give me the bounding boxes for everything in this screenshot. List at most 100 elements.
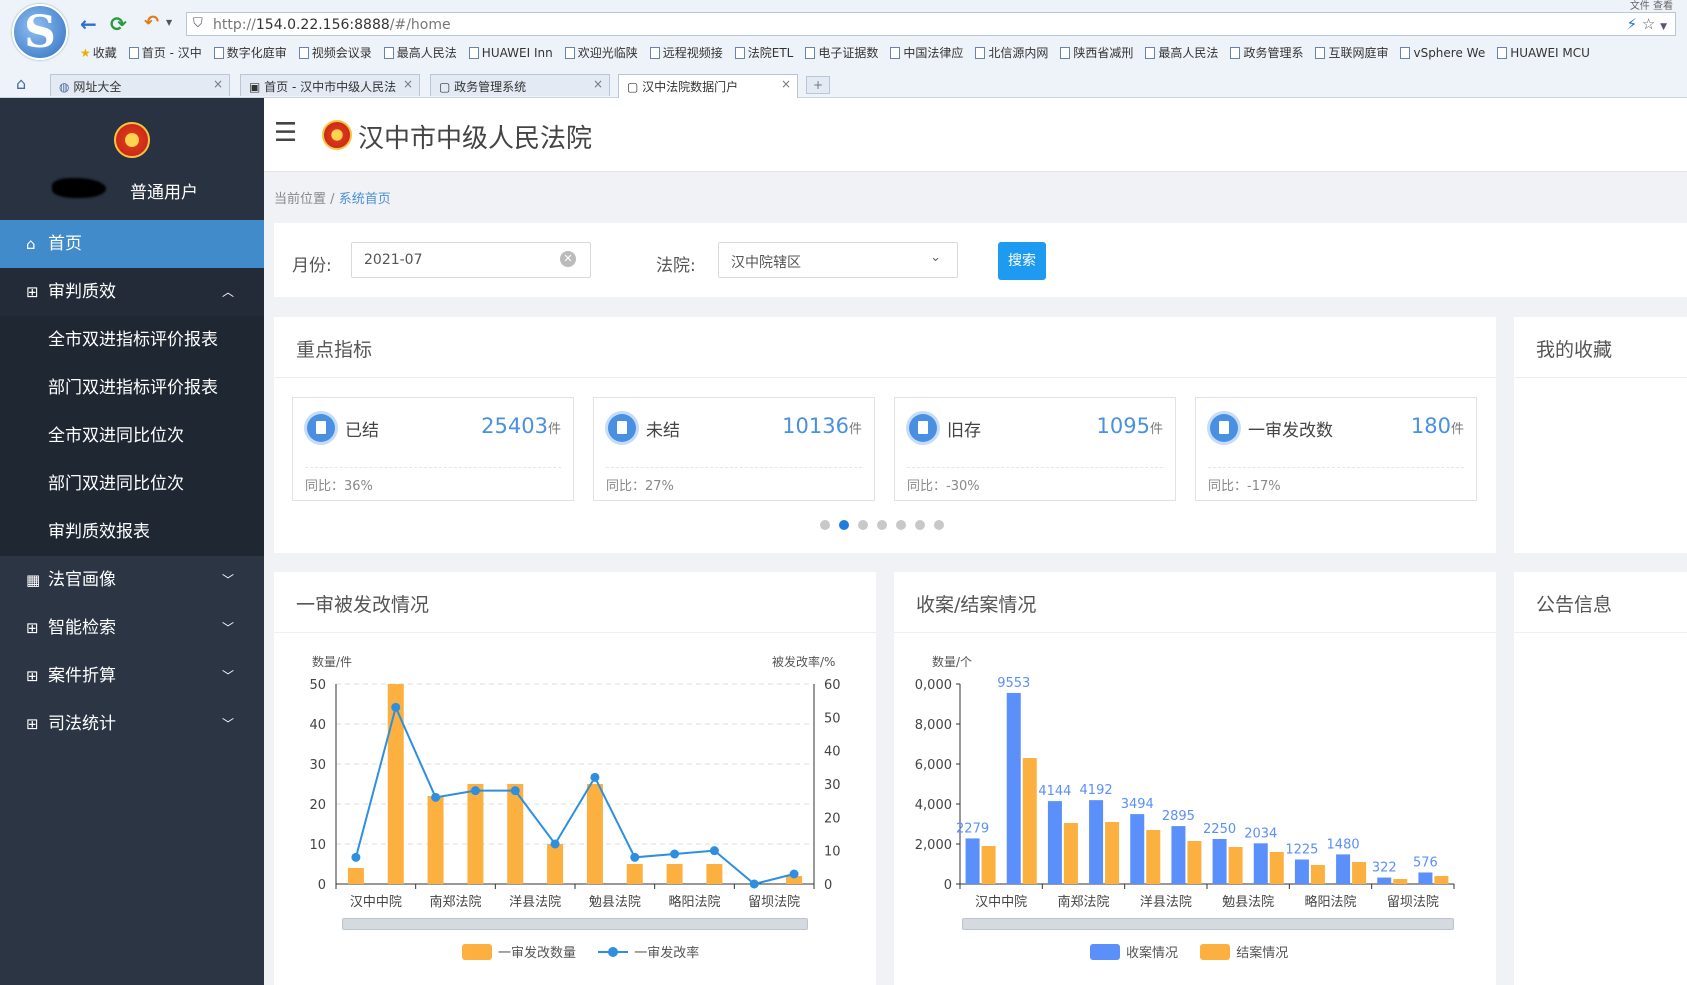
bookmark-label: 首页 - 汉中 (141, 46, 202, 60)
kpi-card-closed[interactable]: 已结 25403件 同比：36% (292, 397, 574, 501)
bar-cases-closed (1187, 841, 1202, 884)
undo-dropdown-icon[interactable]: ▼ (166, 18, 172, 27)
browser-logo[interactable]: S (12, 4, 68, 60)
sidebar-item-judicial-stats[interactable]: ⊞ 司法统计 ﹀ (0, 700, 264, 748)
bookmark-item[interactable]: HUAWEI Inn (468, 46, 553, 60)
bookmark-item[interactable]: 互联网庭审 (1315, 44, 1388, 61)
bookmark-item[interactable]: vSphere We (1400, 46, 1485, 60)
bookmark-item[interactable]: 最高人民法 (383, 44, 457, 61)
page-icon (564, 47, 575, 59)
notices-panel: 公告信息 (1514, 572, 1687, 985)
y-axis-label: 数量/件 (312, 654, 352, 669)
clear-icon[interactable]: ✕ (560, 251, 576, 267)
court-select[interactable]: 汉中院辖区 ⌄ (718, 242, 958, 278)
legend-label[interactable]: 一审发改数量 (498, 946, 576, 961)
x-tick-label: 汉中中院 (975, 895, 1027, 910)
tab-1[interactable]: ◍ 网址大全 × (50, 74, 230, 96)
tab-3[interactable]: ▢ 政务管理系统 × (430, 74, 610, 96)
bookmark-item[interactable]: 电子证据数 (805, 44, 878, 61)
divider (305, 467, 561, 468)
kpi-card-reversed[interactable]: 一审发改数 180件 同比：-17% (1195, 397, 1477, 501)
hamburger-menu-icon[interactable]: ☰ (274, 118, 297, 148)
sidebar-item-home[interactable]: ⌂ 首页 (0, 220, 264, 268)
panel-title: 公告信息 (1536, 594, 1613, 616)
bookmark-star-icon[interactable]: ☆ (1642, 15, 1655, 33)
sidebar-subitem-dept-rank[interactable]: 部门双进同比位次 (0, 460, 264, 508)
refresh-icon[interactable]: ⟳ (110, 12, 127, 36)
legend-label[interactable]: 收案情况 (1126, 946, 1178, 961)
bookmark-item[interactable]: HUAWEI MCU (1497, 46, 1590, 60)
bookmark-item[interactable]: ★ 收藏 (80, 44, 117, 61)
bookmark-item[interactable]: 中国法律应 (890, 44, 963, 61)
menu-text[interactable]: 文件 查看 (1630, 0, 1673, 12)
tab-close-icon[interactable]: × (403, 77, 413, 91)
chart-zoom-slider[interactable] (342, 918, 808, 930)
legend-label[interactable]: 一审发改率 (634, 946, 699, 961)
divider (1208, 467, 1464, 468)
carousel-dot[interactable] (858, 520, 868, 530)
chart-zoom-slider[interactable] (962, 918, 1454, 930)
sidebar-item-case-conversion[interactable]: ⊞ 案件折算 ﹀ (0, 652, 264, 700)
tab-close-icon[interactable]: × (213, 77, 223, 91)
legend-label[interactable]: 结案情况 (1236, 946, 1288, 961)
tab-label: 汉中法院数据门户 (642, 80, 739, 94)
new-tab-button[interactable]: + (806, 76, 830, 94)
carousel-dot[interactable] (839, 520, 849, 530)
bookmark-item[interactable]: 欢迎光临陕 (564, 44, 638, 61)
breadcrumb-root[interactable]: 当前位置 (274, 192, 326, 207)
tab-4-active[interactable]: ▢ 汉中法院数据门户 × (618, 74, 798, 98)
carousel-dot[interactable] (896, 520, 906, 530)
redacted-username (52, 178, 106, 198)
sidebar-subitem-dept-eval[interactable]: 部门双进指标评价报表 (0, 364, 264, 412)
carousel-dot[interactable] (934, 520, 944, 530)
dropdown-icon[interactable]: ▼ (1660, 22, 1667, 32)
sidebar-item-judge-profile[interactable]: ▦ 法官画像 ﹀ (0, 556, 264, 604)
url-text[interactable]: http://154.0.22.156:8888/#/home (213, 17, 451, 33)
breadcrumb-current[interactable]: 系统首页 (339, 192, 391, 207)
sidebar-item-label: 智能检索 (48, 618, 116, 638)
x-tick-label: 勉县法院 (589, 895, 641, 910)
bookmark-item[interactable]: 法院ETL (734, 44, 793, 61)
tab-close-icon[interactable]: × (781, 77, 791, 91)
tab-close-icon[interactable]: × (593, 77, 603, 91)
sidebar-submenu: 全市双进指标评价报表 部门双进指标评价报表 全市双进同比位次 部门双进同比位次 … (0, 316, 264, 556)
month-picker[interactable]: 2021-07 ✕ (351, 242, 591, 278)
divider (907, 467, 1163, 468)
bookmark-item[interactable]: 数字化庭审 (213, 44, 287, 61)
bookmark-item[interactable]: 北信源内网 (975, 44, 1048, 61)
url-host: 154.0.22.156:8888 (255, 17, 390, 33)
bookmark-item[interactable]: 视频会议录 (298, 44, 372, 61)
sidebar-subitem-quality-report[interactable]: 审判质效报表 (0, 508, 264, 556)
tab-2[interactable]: ▣ 首页 - 汉中市中级人民法 × (240, 74, 420, 96)
carousel-dot[interactable] (820, 520, 830, 530)
sidebar-subitem-city-eval[interactable]: 全市双进指标评价报表 (0, 316, 264, 364)
sidebar-subitem-city-rank[interactable]: 全市双进同比位次 (0, 412, 264, 460)
sidebar-item-trial-quality[interactable]: ⊞ 审判质效 ︿ (0, 268, 264, 316)
sidebar-item-smart-search[interactable]: ⊞ 智能检索 ﹀ (0, 604, 264, 652)
bookmark-item[interactable]: 远程视频接 (649, 44, 723, 61)
home-icon[interactable]: ⌂ (16, 74, 26, 93)
back-arrow-icon[interactable]: ← (80, 12, 97, 36)
lightning-icon[interactable]: ⚡ (1627, 15, 1638, 33)
data-label: 2034 (1244, 826, 1277, 841)
bookmark-item[interactable]: 陕西省减刑 (1060, 44, 1133, 61)
point-reversal-rate (709, 846, 719, 856)
kpi-card-pending[interactable]: 未结 10136件 同比：27% (593, 397, 875, 501)
bar-reversal-count (547, 844, 564, 884)
search-button[interactable]: 搜索 (998, 242, 1046, 280)
carousel-dot[interactable] (877, 520, 887, 530)
bookmark-item[interactable]: 首页 - 汉中 (128, 44, 202, 61)
bookmark-item[interactable]: 政务管理系 (1230, 44, 1303, 61)
breadcrumb: 当前位置 / 系统首页 (274, 188, 391, 207)
address-bar[interactable]: ⛉ http://154.0.22.156:8888/#/home ⚡ ☆ ▼ (186, 12, 1676, 36)
undo-icon[interactable]: ↶ (144, 12, 159, 33)
bookmark-item[interactable]: 最高人民法 (1145, 44, 1218, 61)
legend-swatch-bar (1200, 944, 1231, 960)
kpi-card-backlog[interactable]: 旧存 1095件 同比：-30% (894, 397, 1176, 501)
x-tick-label: 勉县法院 (1222, 895, 1274, 910)
star-icon: ★ (80, 46, 91, 60)
page-icon (649, 47, 660, 59)
sidebar-rest: ▦ 法官画像 ﹀ ⊞ 智能检索 ﹀ ⊞ 案件折算 ﹀ ⊞ 司法统计 ﹀ (0, 556, 264, 748)
carousel-dot[interactable] (915, 520, 925, 530)
chevron-down-icon: ﹀ (221, 669, 234, 683)
